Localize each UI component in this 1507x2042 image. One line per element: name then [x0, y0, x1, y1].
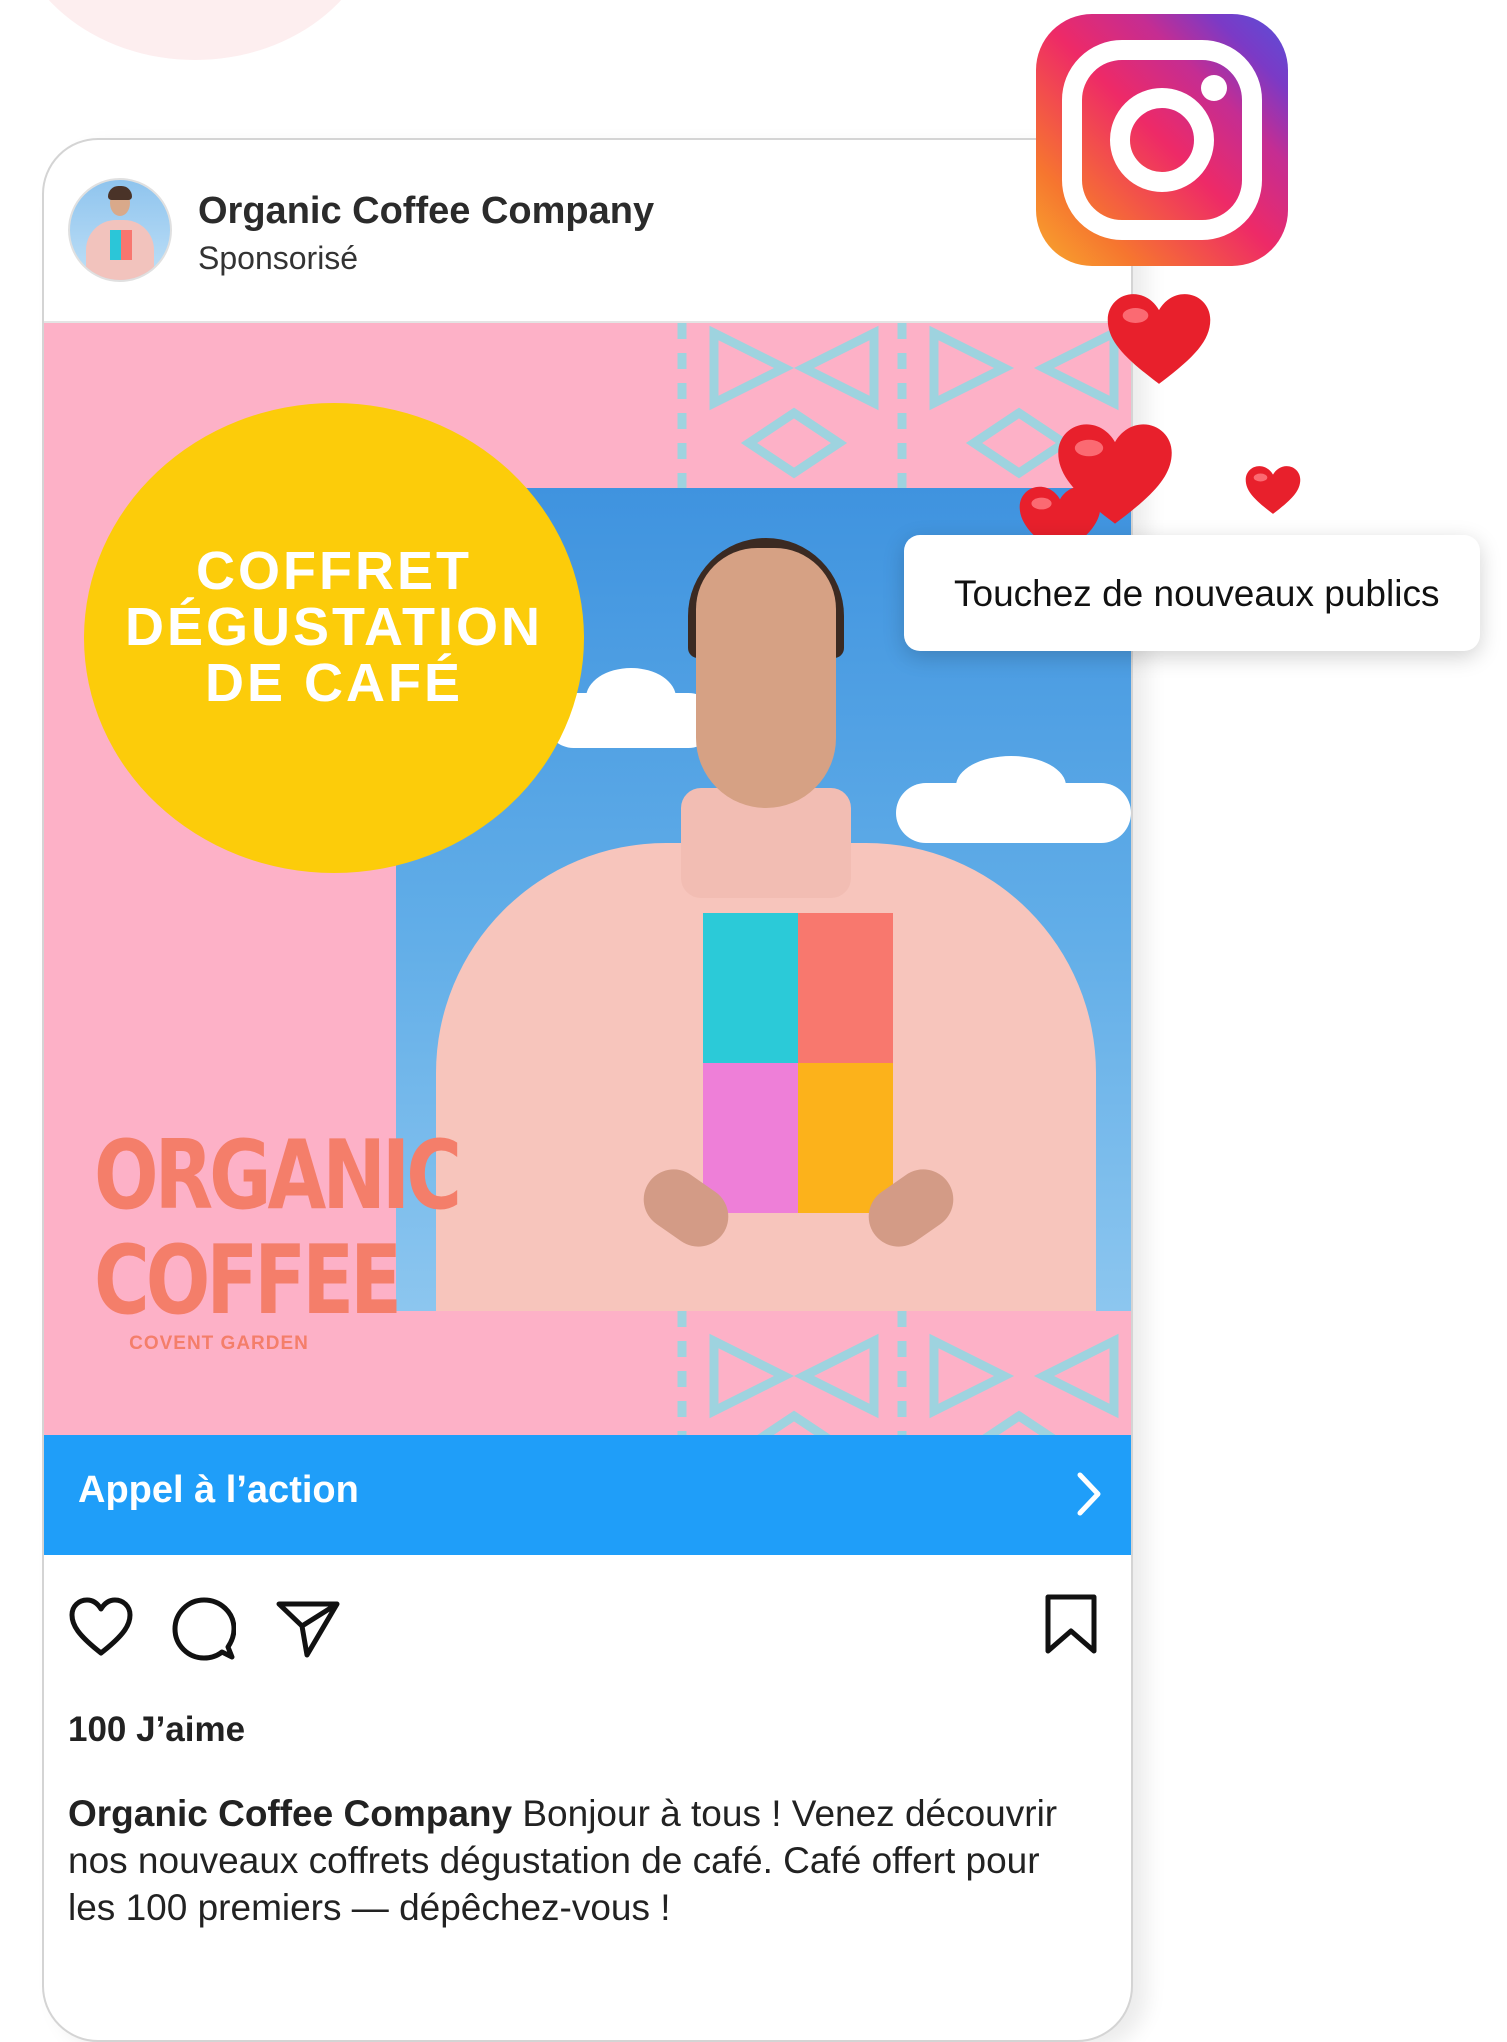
cta-label: Appel à l’action: [78, 1469, 359, 1511]
avatar[interactable]: [68, 178, 172, 282]
decorative-blob: [10, 0, 380, 60]
brand-location: COVENT GARDEN: [129, 1333, 309, 1354]
post-actions: [44, 1555, 1131, 1705]
caption-author[interactable]: Organic Coffee Company: [68, 1793, 512, 1834]
heart-icon: [1107, 294, 1211, 384]
pattern-decoration: [677, 1311, 1119, 1435]
tooltip-text: Touchez de nouveaux publics: [954, 573, 1440, 614]
heart-icon[interactable]: [68, 1597, 134, 1657]
ad-image: COFFRET DÉGUSTATION DE CAFÉ ORGANIC COFF…: [44, 323, 1131, 1435]
coffee-bag: [703, 913, 893, 1213]
cta-button[interactable]: Appel à l’action: [44, 1435, 1131, 1555]
brand-logo: ORGANIC COFFEE: [94, 1119, 462, 1336]
post-caption: Organic Coffee Company Bonjour à tous ! …: [68, 1790, 1088, 1931]
comment-icon[interactable]: [172, 1597, 236, 1661]
account-name[interactable]: Organic Coffee Company: [198, 190, 654, 233]
share-icon[interactable]: [276, 1599, 340, 1659]
bookmark-icon[interactable]: [1044, 1593, 1098, 1655]
like-count[interactable]: 100 J’aime: [68, 1710, 245, 1750]
post-header: Organic Coffee Company Sponsorisé: [44, 140, 1131, 323]
tooltip: Touchez de nouveaux publics: [904, 535, 1480, 651]
ad-headline: COFFRET DÉGUSTATION DE CAFÉ: [125, 541, 543, 713]
heart-icon: [1245, 466, 1301, 514]
instagram-post-card: Organic Coffee Company Sponsorisé COFFRE…: [42, 138, 1133, 2042]
instagram-icon: [1036, 14, 1288, 266]
sponsored-label: Sponsorisé: [198, 240, 359, 276]
chevron-right-icon: [1077, 1472, 1101, 1516]
